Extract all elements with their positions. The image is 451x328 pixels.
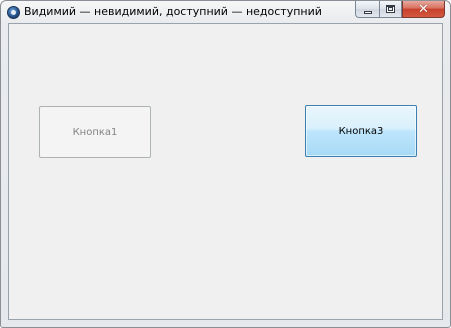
minimize-icon bbox=[363, 10, 372, 14]
maximize-icon bbox=[386, 5, 395, 13]
caption-buttons: ✕ bbox=[355, 1, 445, 19]
title-bar[interactable]: Видимий — невидимий, доступний — недосту… bbox=[1, 1, 450, 23]
button-1-label: Кнопка1 bbox=[72, 126, 118, 138]
maximize-button[interactable] bbox=[379, 1, 402, 18]
button-1-disabled: Кнопка1 bbox=[39, 106, 151, 158]
button-3[interactable]: Кнопка3 bbox=[305, 105, 417, 157]
form-client-area: Кнопка1 Кнопка3 bbox=[8, 23, 443, 320]
application-window: Видимий — невидимий, доступний — недосту… bbox=[0, 0, 451, 328]
window-title: Видимий — невидимий, доступний — недосту… bbox=[24, 5, 322, 18]
close-button[interactable]: ✕ bbox=[402, 1, 445, 18]
app-globe-icon[interactable] bbox=[7, 6, 20, 19]
minimize-button[interactable] bbox=[355, 1, 379, 18]
button-3-label: Кнопка3 bbox=[338, 125, 384, 137]
close-icon: ✕ bbox=[418, 1, 429, 17]
